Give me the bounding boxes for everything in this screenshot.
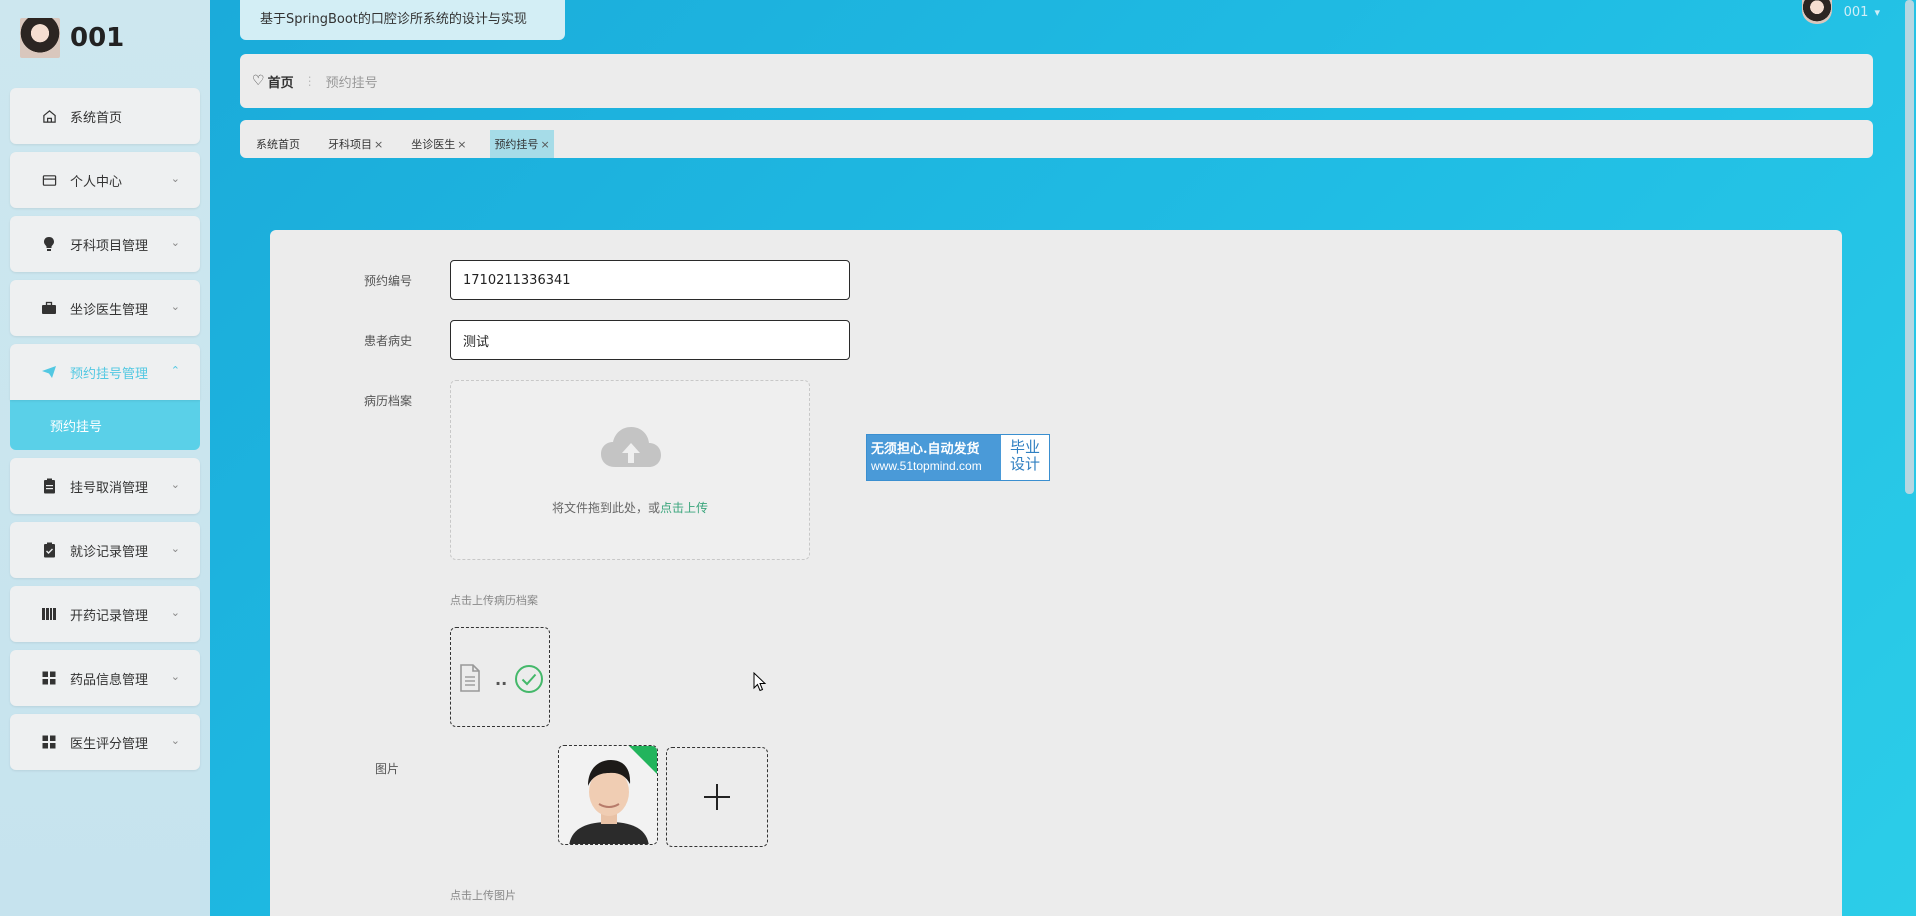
record-upload-hint: 点击上传病历档案 <box>450 594 538 607</box>
tag-label: 预约挂号 <box>494 138 539 151</box>
cloud-upload-icon <box>601 427 661 467</box>
scrollbar[interactable] <box>1905 0 1914 494</box>
briefcase-icon <box>40 299 58 317</box>
send-icon <box>40 363 58 381</box>
plus-icon <box>704 784 730 810</box>
sidebar-item-cancellations[interactable]: 挂号取消管理 ⌄ <box>10 458 200 514</box>
sidebar-item-drugs[interactable]: 药品信息管理 ⌄ <box>10 650 200 706</box>
profile: 001 <box>20 18 124 58</box>
history-label: 患者病史 <box>363 334 412 348</box>
watermark-left: 无须担心.自动发货 www.51topmind.com <box>867 435 1001 480</box>
success-corner-badge <box>629 746 657 774</box>
upload-link[interactable]: 点击上传 <box>660 501 708 515</box>
watermark-line2: www.51topmind.com <box>871 459 982 473</box>
profile-username: 001 <box>70 23 125 53</box>
sidebar-item-label: 坐诊医生管理 <box>70 302 149 318</box>
sidebar-item-appointments[interactable]: 预约挂号管理 ⌃ <box>10 344 200 400</box>
tag-bar: 系统首页 牙科项目 × 坐诊医生 × 预约挂号 × <box>240 120 1873 158</box>
file-name: .. <box>495 670 508 689</box>
avatar[interactable] <box>1801 0 1832 24</box>
check-circle-icon <box>515 665 543 693</box>
bulb-icon <box>40 235 58 253</box>
tag-label: 系统首页 <box>256 138 300 151</box>
sidebar-item-label: 药品信息管理 <box>70 672 149 688</box>
booking-no-label: 预约编号 <box>363 274 412 288</box>
breadcrumb-home[interactable]: 首页 <box>268 72 294 91</box>
sidebar-item-label: 就诊记录管理 <box>70 544 149 560</box>
image-upload-hint: 点击上传图片 <box>450 889 516 902</box>
sidebar-item-label: 系统首页 <box>70 110 123 126</box>
avatar[interactable] <box>20 18 60 58</box>
heart-icon: ♡ <box>252 73 265 89</box>
watermark-right: 毕业 设计 <box>1001 435 1049 480</box>
caret-down-icon[interactable]: ▾ <box>1874 6 1880 19</box>
image-label: 图片 <box>374 762 399 776</box>
sidebar-item-doctors[interactable]: 坐诊医生管理 ⌄ <box>10 280 200 336</box>
record-upload-dropzone[interactable]: 将文件拖到此处，或点击上传 <box>450 380 810 560</box>
watermark-right-line2: 设计 <box>1009 455 1040 473</box>
tag-label: 牙科项目 <box>328 138 372 151</box>
chevron-down-icon: ⌄ <box>170 236 180 249</box>
sidebar: 001 系统首页 个人中心 ⌄ 牙科项目管理 ⌄ 坐诊医生管理 ⌄ 预约挂号管理… <box>0 0 210 916</box>
grid-icon <box>40 669 58 687</box>
tag-label: 坐诊医生 <box>411 138 456 151</box>
sidebar-item-label: 挂号取消管理 <box>70 480 149 496</box>
sidebar-item-label: 预约挂号管理 <box>70 366 149 382</box>
sidebar-item-label: 牙科项目管理 <box>70 238 149 254</box>
sidebar-item-visit-records[interactable]: 就诊记录管理 ⌄ <box>10 522 200 578</box>
breadcrumb-current: 预约挂号 <box>325 75 378 91</box>
user-menu[interactable]: 001 ▾ <box>1801 0 1880 24</box>
sidebar-item-prescriptions[interactable]: 开药记录管理 ⌄ <box>10 586 200 642</box>
tag-doctors[interactable]: 坐诊医生 × <box>407 136 470 158</box>
sidebar-item-personal-center[interactable]: 个人中心 ⌄ <box>10 152 200 208</box>
books-icon <box>40 605 58 623</box>
sidebar-item-doctor-ratings[interactable]: 医生评分管理 ⌄ <box>10 714 200 770</box>
watermark-right-line1: 毕业 <box>1009 438 1040 456</box>
appointment-form: 预约编号 患者病史 病历档案 将文件拖到此处，或点击上传 点击上传病历档案 ..… <box>270 230 1842 916</box>
history-input[interactable] <box>450 320 850 360</box>
chevron-down-icon: ⌄ <box>170 478 180 491</box>
sidebar-item-label: 个人中心 <box>70 174 123 190</box>
user-name[interactable]: 001 <box>1844 5 1869 20</box>
booking-no-input[interactable] <box>450 260 850 300</box>
sidebar-item-home[interactable]: 系统首页 <box>10 88 200 144</box>
chevron-down-icon: ⌄ <box>170 542 180 555</box>
breadcrumb-separator: ⋮ <box>303 74 316 88</box>
mouse-cursor-icon <box>753 672 767 692</box>
chevron-down-icon: ⌄ <box>170 606 180 619</box>
chevron-down-icon: ⌄ <box>170 734 180 747</box>
chevron-down-icon: ⌄ <box>170 172 180 185</box>
dropzone-hint: 将文件拖到此处，或 <box>551 501 660 515</box>
close-icon[interactable]: × <box>374 138 383 151</box>
tag-dental-projects[interactable]: 牙科项目 × <box>324 136 387 158</box>
close-icon[interactable]: × <box>457 138 466 151</box>
clipboard-check-icon <box>40 541 58 559</box>
dropzone-text: 将文件拖到此处，或点击上传 <box>451 499 809 516</box>
chevron-up-icon: ⌃ <box>170 364 180 377</box>
clipboard-icon <box>40 477 58 495</box>
tag-home[interactable]: 系统首页 <box>252 136 304 158</box>
tag-appointment[interactable]: 预约挂号 × <box>490 130 554 158</box>
sidebar-item-label: 医生评分管理 <box>70 736 149 752</box>
close-icon[interactable]: × <box>540 138 549 151</box>
card-icon <box>40 171 58 189</box>
home-icon <box>40 107 58 125</box>
sidebar-menu: 系统首页 个人中心 ⌄ 牙科项目管理 ⌄ 坐诊医生管理 ⌄ 预约挂号管理 ⌃ 预… <box>10 88 200 778</box>
grid-icon <box>40 733 58 751</box>
sidebar-item-label: 开药记录管理 <box>70 608 149 624</box>
breadcrumb: ♡ 首页 ⋮ 预约挂号 <box>240 54 1873 108</box>
chevron-down-icon: ⌄ <box>170 300 180 313</box>
submenu-item-appointment[interactable]: 预约挂号 <box>10 400 200 450</box>
watermark-logo: 无须担心.自动发货 www.51topmind.com 毕业 设计 <box>866 434 1050 481</box>
system-title: 基于SpringBoot的口腔诊所系统的设计与实现 <box>240 0 565 40</box>
chevron-down-icon: ⌄ <box>170 670 180 683</box>
document-icon <box>460 664 480 692</box>
record-label: 病历档案 <box>363 394 412 408</box>
sidebar-item-dental-projects[interactable]: 牙科项目管理 ⌄ <box>10 216 200 272</box>
uploaded-image-card[interactable] <box>558 745 658 845</box>
watermark-line1: 无须担心.自动发货 <box>871 442 980 457</box>
add-image-button[interactable] <box>666 747 768 847</box>
uploaded-file-card[interactable]: .. <box>450 627 550 727</box>
